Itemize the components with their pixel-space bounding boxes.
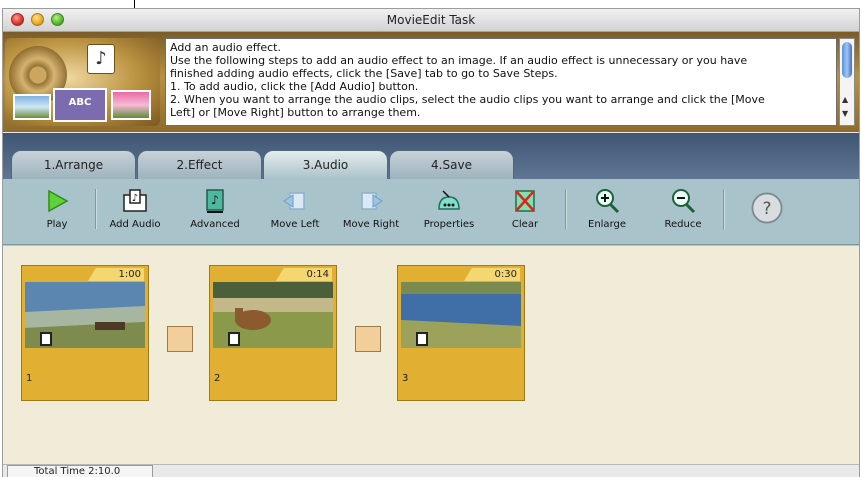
enlarge-label: Enlarge: [588, 219, 626, 230]
toolbar-divider: [723, 189, 725, 229]
instructions-text: Add an audio effect. Use the following s…: [165, 38, 837, 126]
instruction-line: Use the following steps to add an audio …: [170, 54, 748, 67]
move-right-label: Move Right: [342, 219, 400, 230]
total-time-readout: Total Time 2:10.0: [7, 465, 153, 477]
reduce-label: Reduce: [664, 219, 702, 230]
zoom-out-icon: [672, 189, 696, 214]
instruction-line: finished adding audio effects, click the…: [170, 67, 558, 80]
step-tabs: 1.Arrange 2.Effect 3.Audio 4.Save: [3, 133, 859, 180]
svg-text:♪: ♪: [132, 193, 138, 204]
play-icon: [48, 189, 69, 213]
instructions-scrollbar[interactable]: ▲ ▼: [839, 38, 855, 126]
audio-slot[interactable]: [355, 326, 381, 352]
tab-audio[interactable]: 3.Audio: [263, 150, 388, 180]
play-label: Play: [46, 219, 68, 230]
toolbar-divider: [565, 189, 567, 229]
add-audio-button[interactable]: ♪ Add Audio: [99, 185, 171, 241]
enlarge-button[interactable]: Enlarge: [571, 185, 643, 241]
landscape-thumbnail-icon: [13, 94, 51, 120]
move-right-icon: [361, 192, 383, 210]
scrollbar-thumb[interactable]: [842, 42, 852, 78]
clip-3[interactable]: 0:30 3: [397, 265, 525, 401]
movieedit-window: MovieEdit Task ♪ ABC Add an audio effect…: [2, 8, 860, 477]
abc-title-card-icon: ABC: [53, 88, 107, 122]
audio-toolbar: Play ♪ Add Audio ♪ Advanced Move Left Mo…: [3, 179, 859, 245]
svg-text:♪: ♪: [211, 193, 219, 207]
video-clip-icon: [40, 332, 52, 346]
instruction-line: Left] or [Move Right] button to arrange …: [170, 106, 421, 119]
add-audio-label: Add Audio: [109, 219, 161, 230]
clip-number: 1: [26, 373, 33, 384]
help-button[interactable]: ?: [731, 189, 803, 245]
clear-button[interactable]: Clear: [489, 185, 561, 241]
move-left-button[interactable]: Move Left: [259, 185, 331, 241]
instruction-line: 1. To add audio, click the [Add Audio] b…: [170, 80, 419, 93]
scroll-down-arrow-icon[interactable]: ▼: [842, 109, 848, 118]
scroll-up-arrow-icon[interactable]: ▲: [842, 95, 848, 104]
instruction-panel: ♪ ABC Add an audio effect. Use the follo…: [3, 32, 859, 132]
properties-icon: [438, 190, 460, 210]
app-logo: ♪ ABC: [5, 38, 160, 126]
clip-number: 2: [214, 373, 221, 384]
video-clip-icon: [228, 332, 240, 346]
properties-button[interactable]: Properties: [413, 185, 485, 241]
move-left-icon: [283, 192, 305, 210]
instruction-line: Add an audio effect.: [170, 41, 281, 54]
help-icon: ?: [751, 192, 783, 224]
title-bar: MovieEdit Task: [3, 9, 859, 32]
clip-1[interactable]: 1:00 1: [21, 265, 149, 401]
status-bar: Total Time 2:10.0: [3, 464, 859, 477]
audio-timeline: 1:00 1 0:14 2 0:30 3: [3, 245, 859, 465]
clip-2[interactable]: 0:14 2: [209, 265, 337, 401]
flower-thumbnail-icon: [111, 90, 151, 120]
clip-number: 3: [402, 373, 409, 384]
move-left-label: Move Left: [270, 219, 320, 230]
tab-effect[interactable]: 2.Effect: [137, 150, 262, 179]
toolbar-divider: [95, 189, 97, 229]
reduce-button[interactable]: Reduce: [647, 185, 719, 241]
video-clip-icon: [416, 332, 428, 346]
clear-label: Clear: [511, 219, 539, 230]
properties-label: Properties: [423, 219, 475, 230]
help-glyph: ?: [762, 199, 771, 219]
advanced-audio-icon: ♪: [206, 189, 224, 213]
window-title: MovieEdit Task: [386, 13, 476, 27]
audio-slot[interactable]: [167, 326, 193, 352]
tab-save[interactable]: 4.Save: [389, 150, 514, 179]
clear-icon: [515, 190, 535, 212]
clip-duration: 0:30: [464, 268, 520, 281]
zoom-in-icon: [596, 189, 620, 214]
add-audio-icon: ♪: [123, 189, 147, 212]
tab-arrange[interactable]: 1.Arrange: [11, 150, 136, 179]
instruction-line: 2. When you want to arrange the audio cl…: [170, 93, 765, 106]
move-right-button[interactable]: Move Right: [335, 185, 407, 241]
clip-duration: 0:14: [276, 268, 332, 281]
clip-duration: 1:00: [88, 268, 144, 281]
music-note-icon: ♪: [87, 44, 115, 74]
play-button[interactable]: Play: [21, 185, 93, 241]
advanced-button[interactable]: ♪ Advanced: [179, 185, 251, 241]
advanced-label: Advanced: [190, 219, 240, 230]
